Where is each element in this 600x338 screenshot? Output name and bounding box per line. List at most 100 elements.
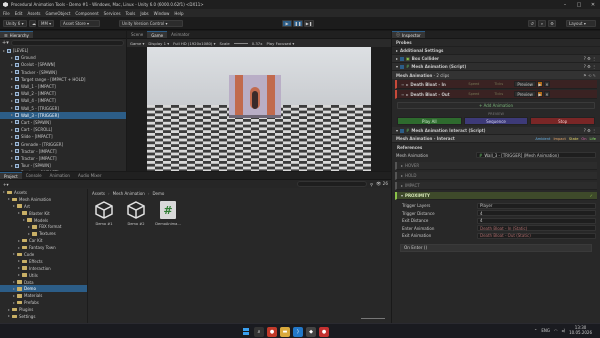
expand-arrow-icon[interactable] <box>11 85 13 88</box>
menu-item-tools[interactable]: Tools <box>126 11 136 16</box>
pause-button[interactable]: ❚❚ <box>293 20 303 27</box>
asset-item[interactable]: Demo #2 <box>124 201 148 226</box>
network-icon[interactable]: ◠ <box>554 328 558 333</box>
clip-row[interactable]: ≡ ▸ Death Bloat - Out Speed Ticks Preview ▶ ✕ <box>395 90 597 99</box>
mesh-animation-checkbox[interactable] <box>400 64 405 69</box>
expand-arrow-icon[interactable] <box>13 301 15 304</box>
clips-toolbar-icons[interactable]: ⚑ ⟲ ✎ <box>583 73 596 78</box>
project-folder[interactable]: Assets <box>0 189 87 196</box>
display-dropdown[interactable]: Display 1 ▾ <box>148 41 169 46</box>
menu-item-assets[interactable]: Assets <box>27 11 40 16</box>
component-menu-icon[interactable]: ? ⚙ ⋮ <box>584 128 596 133</box>
field-value[interactable]: 4 <box>477 217 596 224</box>
cloud-icon[interactable]: ☁ <box>29 20 36 27</box>
hierarchy-item[interactable]: Ground <box>0 54 126 61</box>
expand-arrow-icon[interactable] <box>23 219 25 221</box>
menu-item-file[interactable]: File <box>3 11 10 16</box>
asset-store-button[interactable]: Asset Store ▾ <box>60 20 100 27</box>
expand-arrow-icon[interactable] <box>13 253 15 256</box>
tab-audio-mixer[interactable]: Audio Mixer <box>74 172 106 179</box>
clock[interactable]: 13:30 10.05.2026 <box>569 325 592 335</box>
project-folder[interactable]: FBX format <box>0 223 87 230</box>
field-value[interactable]: Player <box>477 202 596 209</box>
minimize-button[interactable]: – <box>558 2 572 8</box>
expand-arrow-icon[interactable] <box>11 56 13 59</box>
hierarchy-search-input[interactable] <box>10 40 124 46</box>
step-button[interactable]: ▶❚ <box>304 20 314 27</box>
interact-row[interactable]: ▾ # Mesh Animation Interact (Script) ? ⚙ ⋮ <box>392 127 600 135</box>
project-folder[interactable]: Textures <box>0 230 87 237</box>
expand-arrow-icon[interactable] <box>11 135 13 138</box>
clip-speed[interactable]: Speed <box>468 92 494 96</box>
expand-arrow-icon[interactable] <box>13 287 15 290</box>
add-icon[interactable]: +▾ <box>3 182 9 187</box>
interact-tab-life[interactable]: Life <box>590 137 596 141</box>
field-value[interactable]: 4 <box>477 210 596 217</box>
project-folder[interactable]: Effects <box>0 258 87 265</box>
hierarchy-item[interactable]: Target range - [IMPACT + HOLD] <box>0 76 126 83</box>
box-collider-checkbox[interactable] <box>400 56 405 61</box>
project-folder[interactable]: Mesh Animation <box>0 196 87 203</box>
hierarchy-item[interactable]: Grenade - [TRIGGER] <box>0 140 126 147</box>
volume-icon[interactable]: ◂) <box>562 328 566 333</box>
clip-remove-button[interactable]: ✕ <box>543 91 550 97</box>
hierarchy-item[interactable]: Wall_3 - [TRIGGER] <box>0 111 126 119</box>
interact-tab-on[interactable]: On <box>581 137 586 141</box>
expand-arrow-icon[interactable] <box>8 315 10 318</box>
expand-arrow-icon[interactable] <box>11 63 13 66</box>
start-icon[interactable] <box>241 327 251 337</box>
browser-icon[interactable]: ● <box>267 326 277 337</box>
tab-inspector[interactable]: ⓘ Inspector <box>392 31 425 38</box>
interact-checkbox[interactable] <box>400 128 405 133</box>
expand-arrow-icon[interactable] <box>13 294 15 297</box>
expand-arrow-icon[interactable] <box>8 308 10 311</box>
expand-arrow-icon[interactable] <box>11 114 13 117</box>
expand-arrow-icon[interactable] <box>11 157 13 160</box>
menu-item-component[interactable]: Component <box>75 11 98 16</box>
project-folder[interactable]: Settings <box>0 313 87 320</box>
hierarchy-item[interactable]: Slide - [IMPACT] <box>0 133 126 140</box>
tab-project[interactable]: Project <box>0 172 22 179</box>
project-folder[interactable]: Plugins <box>0 306 87 313</box>
expand-arrow-icon[interactable] <box>11 143 13 146</box>
breadcrumb-item[interactable]: Mesh Animation <box>113 191 145 196</box>
section-hover[interactable]: ▸ HOVER <box>395 162 597 170</box>
section-hold[interactable]: ▸ HOLD <box>395 172 597 180</box>
play-button[interactable]: ▶ <box>282 20 292 27</box>
search-icon[interactable]: ⌕ <box>538 20 546 27</box>
filter-icon[interactable]: ⚲ <box>370 182 373 187</box>
field-value[interactable]: Death Bloat - Out (Static) <box>477 232 596 239</box>
add-animation-button[interactable]: + Add Animation <box>397 102 595 109</box>
search-icon[interactable]: ⌕ <box>254 326 264 337</box>
proximity-header[interactable]: ▾ PROXIMITY ✓ <box>395 192 597 200</box>
expand-arrow-icon[interactable] <box>11 128 13 131</box>
project-folder[interactable]: Models <box>0 217 87 224</box>
play-all-button[interactable]: Play All <box>397 117 462 125</box>
expand-arrow-icon[interactable] <box>11 99 13 102</box>
tab-game[interactable]: Game <box>147 31 168 38</box>
stop-button[interactable]: Stop <box>530 117 596 125</box>
project-folder[interactable]: Interaction <box>0 265 87 272</box>
hierarchy-item[interactable]: Cart - [SCROLL] <box>0 126 126 133</box>
hierarchy-item[interactable]: Wall_2 - [IMPACT] <box>0 90 126 97</box>
hierarchy-item[interactable]: Wall_4 - [IMPACT] <box>0 97 126 104</box>
expand-arrow-icon[interactable] <box>13 281 15 284</box>
expand-arrow-icon[interactable] <box>11 92 13 95</box>
expand-arrow-icon[interactable] <box>13 205 15 208</box>
menu-item-edit[interactable]: Edit <box>15 11 23 16</box>
expand-arrow-icon[interactable] <box>11 107 13 110</box>
mesh-animation-row[interactable]: ▾ # Mesh Animation (Script) ? ⚙ ⋮ <box>392 63 600 71</box>
interact-tab-impact[interactable]: Impact <box>553 137 565 141</box>
component-menu-icon[interactable]: ? ⚙ ⋮ <box>584 56 596 61</box>
expand-arrow-icon[interactable] <box>28 232 30 235</box>
expand-arrow-icon[interactable] <box>18 267 20 270</box>
hierarchy-item[interactable]: Tractor - [IMPACT] <box>0 148 126 155</box>
clip-row[interactable]: ≡ ▸ Death Bloat - In Speed Ticks Preview ▶ ✕ <box>395 80 597 89</box>
scale-slider[interactable] <box>233 42 248 44</box>
clip-speed[interactable]: Speed <box>468 82 494 86</box>
clip-play-button[interactable]: ▶ <box>536 81 543 87</box>
hierarchy-item[interactable]: Tour - [SPAWN] <box>0 162 126 169</box>
account-button[interactable]: Unity 6 ▾ <box>3 20 27 27</box>
box-collider-row[interactable]: ▸ ▣ Box Collider ? ⚙ ⋮ <box>392 55 600 63</box>
project-folder[interactable]: Data <box>0 279 87 286</box>
